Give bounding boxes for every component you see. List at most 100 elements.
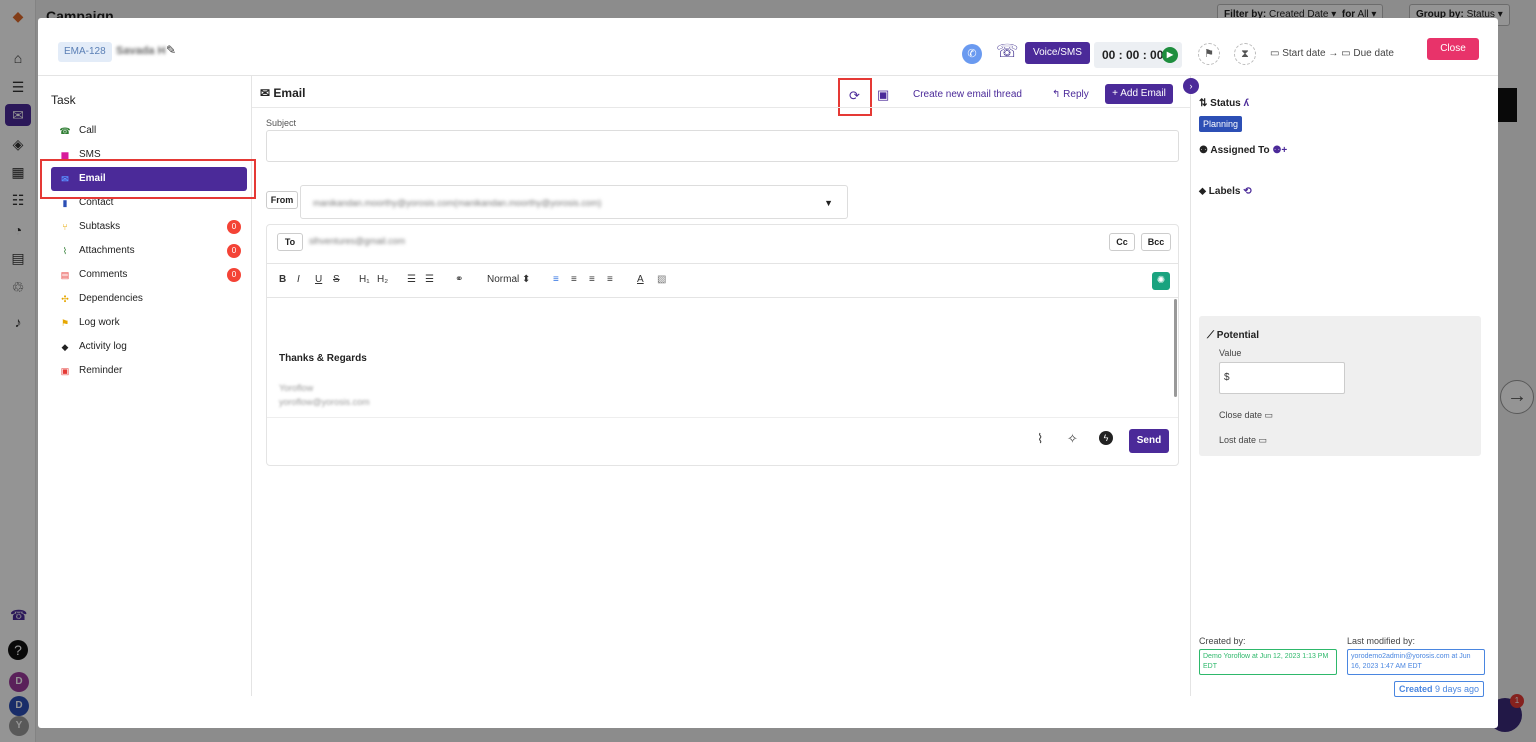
last-modified-label: Last modified by: bbox=[1347, 636, 1416, 646]
email-panel: ✉ Email ⟳ ▣ Create new email thread ↰ Re… bbox=[252, 76, 1190, 696]
text-color-icon[interactable]: A bbox=[637, 269, 644, 291]
subtasks-icon: ⑂ bbox=[62, 222, 68, 232]
to-value[interactable]: slhventures@gmail.com bbox=[309, 236, 405, 246]
editor-scrollbar[interactable] bbox=[1174, 299, 1177, 397]
h2-button[interactable]: H₂ bbox=[377, 269, 388, 291]
modal-header: EMA-128 Savada H ✎ ✆ ☏ Voice/SMS 00 : 00… bbox=[38, 18, 1498, 76]
signature-name: Yoroflow bbox=[279, 383, 314, 393]
value-input[interactable]: $ bbox=[1219, 362, 1345, 394]
close-date-label: Close date bbox=[1219, 410, 1263, 420]
assigned-label-text: Assigned To bbox=[1210, 145, 1270, 156]
task-nav-title: Task bbox=[51, 93, 76, 107]
start-date[interactable]: Start date bbox=[1282, 48, 1325, 59]
potential-title: ⟋ Potential bbox=[1207, 330, 1259, 341]
nav-label: Activity log bbox=[79, 341, 127, 352]
highlight-box-email bbox=[40, 159, 256, 199]
bcc-button[interactable]: Bcc bbox=[1141, 233, 1171, 251]
italic-button[interactable]: I bbox=[297, 269, 300, 291]
align-justify-icon[interactable]: ≡ bbox=[607, 269, 613, 291]
add-user-icon[interactable]: ⚉+ bbox=[1272, 145, 1287, 156]
close-date[interactable]: Close date ▭ bbox=[1219, 410, 1273, 421]
envelope-icon: ✉ bbox=[260, 86, 271, 100]
status-badge[interactable]: Planning bbox=[1199, 116, 1243, 132]
font-size-select[interactable]: Normal ⬍ bbox=[487, 269, 530, 291]
attach-file-icon[interactable]: ⌇ bbox=[1037, 431, 1043, 447]
lost-date[interactable]: Lost date ▭ bbox=[1219, 435, 1267, 446]
activity-icon: ◆ bbox=[61, 342, 69, 352]
nav-item-dependencies[interactable]: ✣ Dependencies bbox=[51, 287, 247, 311]
task-modal: EMA-128 Savada H ✎ ✆ ☏ Voice/SMS 00 : 00… bbox=[38, 18, 1498, 728]
ringing-phone-icon[interactable]: ☏ bbox=[996, 41, 1019, 62]
h1-button[interactable]: H₁ bbox=[359, 269, 370, 291]
hourglass-icon[interactable]: ⧗ bbox=[1234, 43, 1256, 65]
close-button[interactable]: Close bbox=[1427, 38, 1479, 60]
underline-button[interactable]: U bbox=[315, 269, 322, 291]
nav-label: Dependencies bbox=[79, 293, 143, 304]
call-icon[interactable]: ✆ bbox=[962, 44, 982, 64]
signature-title: Thanks & Regards bbox=[279, 353, 367, 364]
divider bbox=[267, 417, 1178, 418]
nav-item-log-work[interactable]: ⚑ Log work bbox=[51, 311, 247, 335]
sync-icon[interactable]: ⟳ bbox=[849, 88, 860, 104]
from-select[interactable]: manikandan.moorthy@yorosis.com(manikanda… bbox=[300, 185, 848, 219]
nav-item-attachments[interactable]: ⌇ Attachments 0 bbox=[51, 239, 247, 263]
voice-sms-button[interactable]: Voice/SMS bbox=[1025, 42, 1090, 64]
count-badge: 0 bbox=[227, 244, 241, 258]
calendar-icon: ▭ bbox=[1258, 435, 1268, 445]
cc-button[interactable]: Cc bbox=[1109, 233, 1135, 251]
phone-icon: ☎ bbox=[59, 126, 71, 136]
due-date[interactable]: Due date bbox=[1353, 48, 1394, 59]
play-icon[interactable]: ▶ bbox=[1162, 47, 1178, 63]
created-by-value: Demo Yoroflow at Jun 12, 2023 1:13 PM ED… bbox=[1199, 649, 1337, 675]
timer: 00 : 00 : 00 ▶ bbox=[1094, 42, 1182, 68]
nav-item-comments[interactable]: ▤ Comments 0 bbox=[51, 263, 247, 287]
nav-item-call[interactable]: ☎ Call bbox=[51, 119, 247, 143]
add-label-icon[interactable]: ⟲ bbox=[1243, 186, 1251, 197]
created-ago-value: 9 days ago bbox=[1435, 684, 1480, 694]
ordered-list-icon[interactable]: ☰ bbox=[407, 269, 416, 291]
timer-value: 00 : 00 : 00 bbox=[1102, 48, 1164, 62]
bold-button[interactable]: B bbox=[279, 269, 286, 291]
priority-flag-icon[interactable]: ⚑ bbox=[1198, 43, 1220, 65]
divider bbox=[267, 263, 1178, 264]
strike-button[interactable]: S bbox=[333, 269, 340, 291]
ai-assistant-icon[interactable]: ✺ bbox=[1152, 272, 1170, 290]
bullet-list-icon[interactable]: ☰ bbox=[425, 269, 434, 291]
task-name[interactable]: Savada H bbox=[116, 45, 166, 57]
align-center-icon[interactable]: ≡ bbox=[571, 269, 577, 291]
align-left-icon[interactable]: ≡ bbox=[553, 269, 559, 291]
trend-icon: ⟋ bbox=[1207, 330, 1214, 341]
reply-link[interactable]: ↰ Reply bbox=[1052, 89, 1089, 100]
nav-label: Attachments bbox=[79, 245, 135, 256]
nav-item-subtasks[interactable]: ⑂ Subtasks 0 bbox=[51, 215, 247, 239]
tag-icon: ⬥ bbox=[1199, 186, 1206, 197]
task-id-badge: EMA-128 bbox=[58, 42, 112, 62]
nav-item-reminder[interactable]: ▣ Reminder bbox=[51, 359, 247, 383]
nav-item-activity-log[interactable]: ◆ Activity log bbox=[51, 335, 247, 359]
quick-action-icon[interactable]: ϟ bbox=[1099, 431, 1113, 445]
create-thread-link[interactable]: Create new email thread bbox=[913, 89, 1022, 100]
align-right-icon[interactable]: ≡ bbox=[589, 269, 595, 291]
send-button[interactable]: Send bbox=[1129, 429, 1169, 453]
collapse-panel-icon[interactable]: › bbox=[1183, 78, 1199, 94]
reply-icon: ↰ bbox=[1052, 89, 1061, 100]
potential-label: Potential bbox=[1216, 330, 1260, 341]
potential-section: ⟋ Potential Value $ Close date ▭ Lost da… bbox=[1199, 316, 1481, 456]
subject-input[interactable] bbox=[266, 130, 1179, 162]
edit-pencil-icon[interactable]: ✎ bbox=[166, 43, 176, 57]
calendar-icon: ▭ bbox=[1264, 410, 1274, 420]
magic-wand-icon[interactable]: ✧ bbox=[1067, 431, 1078, 447]
link-icon[interactable]: ⚭ bbox=[455, 269, 463, 291]
chevron-down-icon: ▼ bbox=[824, 198, 833, 208]
background-color-icon[interactable]: ▧ bbox=[657, 269, 666, 291]
calendar-icon: ▭ bbox=[1341, 48, 1351, 59]
status-edit-icon[interactable]: ʎ bbox=[1244, 98, 1250, 109]
person-icon: ⚉ bbox=[1199, 145, 1208, 156]
from-value: manikandan.moorthy@yorosis.com(manikanda… bbox=[313, 198, 602, 208]
created-ago-badge: Created 9 days ago bbox=[1394, 681, 1485, 697]
calendar-schedule-icon[interactable]: ▣ bbox=[877, 87, 889, 103]
count-badge: 0 bbox=[227, 220, 241, 234]
reply-label: Reply bbox=[1063, 89, 1089, 100]
date-range[interactable]: ▭ Start date → ▭ Due date bbox=[1270, 48, 1394, 59]
add-email-button[interactable]: + Add Email bbox=[1105, 84, 1173, 104]
